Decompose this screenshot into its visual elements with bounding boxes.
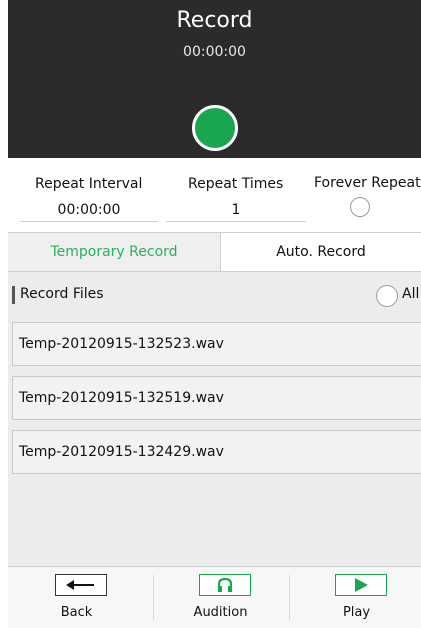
file-name: Temp-20120915-132523.wav: [19, 336, 224, 352]
play-triangle-icon: [335, 574, 387, 596]
record-button[interactable]: [192, 105, 238, 151]
forever-repeat-radio[interactable]: [350, 197, 370, 217]
tab-temporary-record[interactable]: Temporary Record: [8, 233, 220, 271]
tab-auto-record[interactable]: Auto. Record: [220, 233, 421, 271]
forever-repeat-label: Forever Repeat: [314, 175, 421, 191]
arrow-left-icon: [55, 574, 107, 596]
repeat-times-field[interactable]: 1: [166, 202, 306, 222]
back-label: Back: [60, 605, 93, 620]
record-files-header: Record Files All: [8, 272, 421, 316]
back-button[interactable]: Back: [8, 567, 145, 628]
page-title: Record: [176, 8, 253, 33]
audition-button[interactable]: Audition: [152, 567, 289, 628]
record-tabs: Temporary Record Auto. Record: [8, 232, 421, 272]
file-row[interactable]: Temp-20120915-132523.wav: [12, 322, 421, 366]
file-name: Temp-20120915-132429.wav: [19, 444, 224, 460]
recorder-panel: Record 00:00:00: [8, 0, 421, 158]
play-button[interactable]: Play: [288, 567, 421, 628]
record-files-title: Record Files: [20, 286, 104, 302]
file-row[interactable]: Temp-20120915-132429.wav: [12, 430, 421, 474]
repeat-settings: Repeat Interval 00:00:00 Repeat Times 1 …: [8, 158, 421, 232]
repeat-times-label: Repeat Times: [188, 176, 284, 192]
app-screen: Record 00:00:00 Repeat Interval 00:00:00…: [8, 0, 421, 628]
bottom-toolbar: Back Audition Play: [8, 566, 421, 628]
section-marker: [12, 286, 15, 304]
file-name: Temp-20120915-132519.wav: [19, 390, 224, 406]
play-label: Play: [342, 605, 371, 620]
elapsed-time: 00:00:00: [183, 44, 246, 60]
headphones-icon: [199, 574, 251, 596]
repeat-interval-label: Repeat Interval: [35, 176, 143, 192]
file-row[interactable]: Temp-20120915-132519.wav: [12, 376, 421, 420]
select-all-label: All: [402, 286, 420, 302]
select-all-radio[interactable]: [376, 285, 398, 307]
repeat-interval-field[interactable]: 00:00:00: [20, 202, 158, 222]
audition-label: Audition: [193, 605, 248, 620]
